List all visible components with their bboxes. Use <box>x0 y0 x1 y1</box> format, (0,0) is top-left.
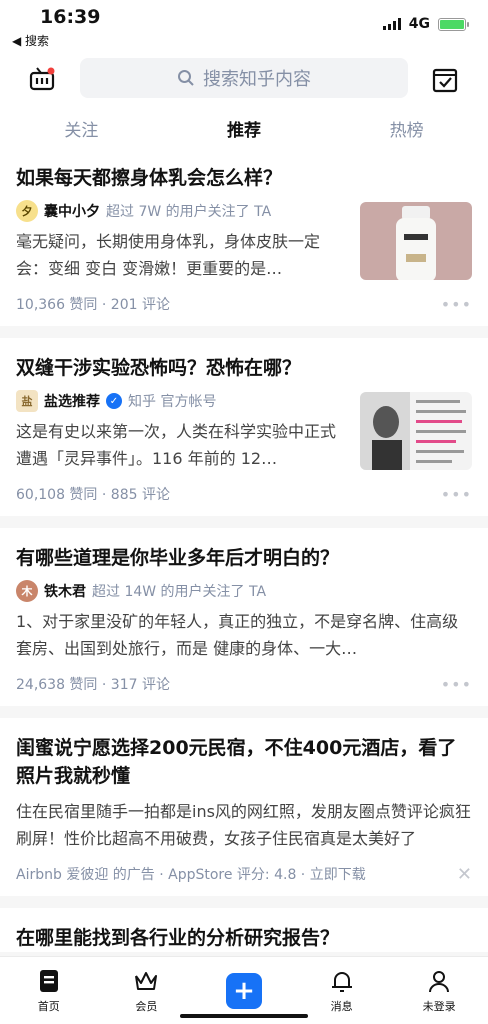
home-indicator <box>180 1014 308 1018</box>
nav-home[interactable]: 首页 <box>0 957 98 1024</box>
scientist-portrait-image[interactable] <box>360 392 472 470</box>
feed-list: 如果每天都擦身体乳会怎么样？ 夕 囊中小夕 超过 7W 的用户关注了 TA 毫无… <box>0 148 488 964</box>
verified-badge-icon: ✓ <box>106 393 122 409</box>
network-label: 4G <box>408 16 430 32</box>
zhihu-app: 16:39 ◀ 搜索 4G 搜索知乎内容 关注 推荐 热榜 如果每天都擦身体乳会… <box>0 0 488 1024</box>
search-placeholder: 搜索知乎内容 <box>203 69 311 90</box>
more-options-icon[interactable]: ••• <box>441 485 472 504</box>
close-icon[interactable]: ✕ <box>457 864 472 885</box>
feed-card[interactable]: 在哪里能找到各行业的分析研究报告？ <box>0 908 488 952</box>
search-input[interactable]: 搜索知乎内容 <box>80 58 408 98</box>
author-name[interactable]: 囊中小夕 <box>44 201 100 221</box>
back-to-search-link[interactable]: ◀ 搜索 <box>12 32 49 49</box>
lotion-bottle-image[interactable] <box>360 202 472 280</box>
card-stats: 24,638 赞同 · 317 评论 ••• <box>16 662 472 706</box>
more-options-icon[interactable]: ••• <box>441 675 472 694</box>
bell-icon <box>331 971 352 992</box>
tab-hot[interactable]: 热榜 <box>325 110 488 148</box>
author-name[interactable]: 盐选推荐 <box>44 391 100 411</box>
ad-title[interactable]: 闺蜜说宁愿选择200元民宿，不住400元酒店，看了照片我就秒懂 <box>16 734 472 790</box>
ad-text[interactable]: 住在民宿里随手一拍都是ins风的网红照，发朋友圈点赞评论疯狂刷屏！性价比超高不用… <box>16 798 472 852</box>
vote-comment-count: 24,638 赞同 · 317 评论 <box>16 677 170 693</box>
avatar[interactable]: 木 <box>16 580 38 602</box>
ad-card[interactable]: 闺蜜说宁愿选择200元民宿，不住400元酒店，看了照片我就秒懂 住在民宿里随手一… <box>0 718 488 896</box>
status-icons: 4G <box>382 16 469 32</box>
live-tv-icon[interactable] <box>28 65 56 93</box>
card-excerpt[interactable]: 这是有史以来第一次，人类在科学实验中正式遭遇「灵异事件」。116 年前的 12… <box>16 418 344 472</box>
card-excerpt[interactable]: 毫无疑问，长期使用身体乳，身体皮肤一定会：变细 变白 变滑嫩！更重要的是… <box>16 228 344 282</box>
card-title[interactable]: 有哪些道理是你毕业多年后才明白的？ <box>16 544 472 572</box>
plus-icon: + <box>225 972 262 1009</box>
user-icon <box>429 970 450 992</box>
nav-profile[interactable]: 未登录 <box>390 957 488 1024</box>
vote-comment-count: 10,366 赞同 · 201 评论 <box>16 297 170 313</box>
battery-icon <box>438 17 469 31</box>
tab-follow[interactable]: 关注 <box>0 110 163 148</box>
card-title[interactable]: 在哪里能找到各行业的分析研究报告？ <box>16 924 472 952</box>
tab-recommend[interactable]: 推荐 <box>163 110 326 148</box>
nav-profile-label: 未登录 <box>422 999 456 1013</box>
avatar[interactable]: 盐 <box>16 390 38 412</box>
card-title[interactable]: 如果每天都擦身体乳会怎么样？ <box>16 164 472 192</box>
author-note: 超过 7W 的用户关注了 TA <box>106 204 272 220</box>
author-note: 超过 14W 的用户关注了 TA <box>92 584 267 600</box>
crown-icon <box>135 971 158 990</box>
author-name[interactable]: 铁木君 <box>44 581 86 601</box>
tasks-icon[interactable] <box>432 65 458 93</box>
feed-card[interactable]: 双缝干涉实验恐怖吗？恐怖在哪？ 盐 盐选推荐 ✓ 知乎 官方帐号 这是有史以来第… <box>0 338 488 516</box>
nav-home-label: 首页 <box>37 999 60 1013</box>
vote-comment-count: 60,108 赞同 · 885 评论 <box>16 487 170 503</box>
ad-meta: Airbnb 爱彼迎 的广告 · AppStore 评分: 4.8 · 立即下载… <box>16 852 472 896</box>
card-title[interactable]: 双缝干涉实验恐怖吗？恐怖在哪？ <box>16 354 472 382</box>
status-bar: 16:39 ◀ 搜索 4G <box>0 0 488 50</box>
card-stats: 60,108 赞同 · 885 评论 ••• <box>16 472 472 516</box>
search-icon <box>178 70 194 86</box>
card-stats: 10,366 赞同 · 201 评论 ••• <box>16 282 472 326</box>
more-options-icon[interactable]: ••• <box>441 295 472 314</box>
feed-card[interactable]: 有哪些道理是你毕业多年后才明白的？ 木 铁木君 超过 14W 的用户关注了 TA… <box>0 528 488 706</box>
ad-source[interactable]: Airbnb 爱彼迎 的广告 · AppStore 评分: 4.8 · 立即下载 <box>16 864 366 884</box>
home-icon <box>39 969 58 992</box>
nav-messages-label: 消息 <box>330 999 353 1013</box>
bottom-nav: 首页 会员 + 消息 未登录 <box>0 956 488 1024</box>
feed-tabs: 关注 推荐 热榜 <box>0 110 488 148</box>
feed-card[interactable]: 如果每天都擦身体乳会怎么样？ 夕 囊中小夕 超过 7W 的用户关注了 TA 毫无… <box>0 148 488 326</box>
card-meta: 木 铁木君 超过 14W 的用户关注了 TA <box>16 580 472 602</box>
status-time: 16:39 <box>40 6 101 28</box>
top-header: 搜索知乎内容 关注 推荐 热榜 <box>0 50 488 148</box>
card-excerpt[interactable]: 1、对于家里没矿的年轻人，真正的独立，不是穿名牌、住高级套房、出国到处旅行，而是… <box>16 608 472 662</box>
signal-icon <box>382 18 401 30</box>
avatar[interactable]: 夕 <box>16 200 38 222</box>
nav-vip-label: 会员 <box>135 999 158 1013</box>
author-note: 知乎 官方帐号 <box>128 394 217 410</box>
